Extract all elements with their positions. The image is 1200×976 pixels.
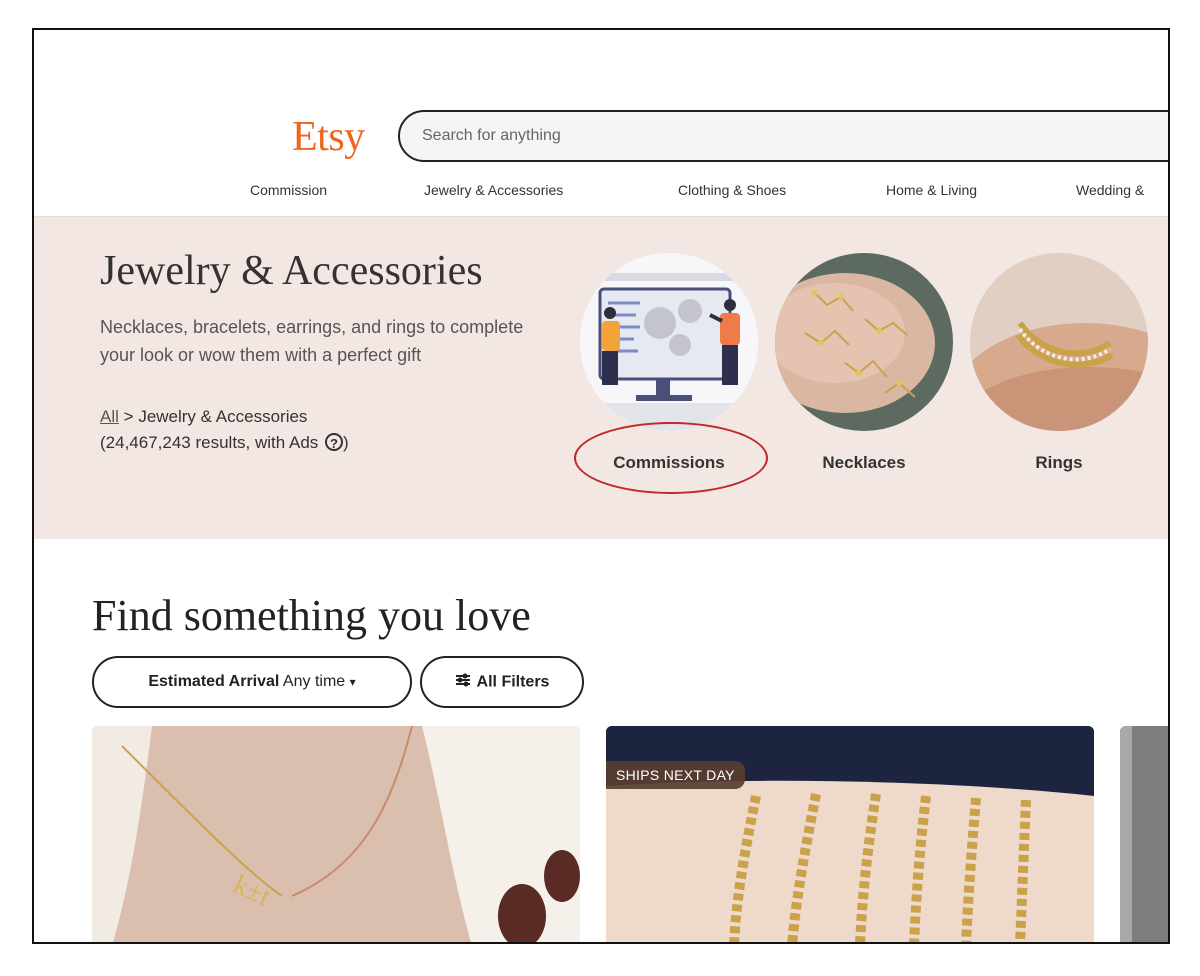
results-close-paren: ) (343, 433, 349, 452)
listing-card[interactable]: k±t (92, 726, 580, 942)
breadcrumb-separator: > (123, 407, 134, 426)
all-filters-label: All Filters (476, 673, 550, 690)
results-text: (24,467,243 results, with Ads (100, 433, 319, 452)
etsy-logo[interactable]: Etsy (292, 113, 365, 161)
category-nav: Commission Jewelry & Accessories Clothin… (34, 176, 1168, 216)
annotation-highlight-circle (574, 422, 768, 494)
listing-card[interactable]: SHIPS NEXT DAY (606, 726, 1094, 942)
category-label-necklaces: Necklaces (822, 453, 906, 472)
nav-item-commission[interactable]: Commission (250, 182, 327, 198)
chevron-down-icon: ▾ (349, 675, 356, 689)
nav-item-home-living[interactable]: Home & Living (886, 182, 977, 198)
nav-item-clothing[interactable]: Clothing & Shoes (678, 182, 786, 198)
page-title: Jewelry & Accessories (100, 248, 483, 294)
section-title: Find something you love (92, 591, 531, 640)
estimated-arrival-filter[interactable]: Estimated Arrival Any time ▾ (92, 656, 412, 708)
breadcrumb: All > Jewelry & Accessories (100, 407, 307, 427)
gray-photo-icon (1120, 726, 1168, 942)
category-hero: Jewelry & Accessories Necklaces, bracele… (34, 217, 1168, 539)
help-icon[interactable]: ? (325, 432, 344, 451)
nav-item-wedding[interactable]: Wedding & (1076, 182, 1144, 198)
results-count: (24,467,243 results, with Ads ?) (100, 432, 349, 453)
category-necklaces[interactable]: Necklaces (774, 253, 954, 473)
ships-next-day-badge: SHIPS NEXT DAY (606, 761, 745, 789)
breadcrumb-all-link[interactable]: All (100, 407, 119, 426)
browser-frame: Etsy Commission Jewelry & Accessories Cl… (32, 28, 1170, 944)
necklace-photo-icon: k±t (92, 726, 580, 942)
bracelets-photo-icon (606, 726, 1094, 942)
filter-sliders-icon (455, 672, 471, 693)
search-input[interactable] (422, 124, 1022, 148)
all-filters-button[interactable]: All Filters (420, 656, 584, 708)
category-label-rings: Rings (1035, 453, 1083, 472)
rings-photo-icon (970, 253, 1148, 431)
breadcrumb-current: Jewelry & Accessories (138, 407, 308, 426)
nav-item-jewelry[interactable]: Jewelry & Accessories (424, 182, 563, 198)
category-rings[interactable]: Rings (969, 253, 1149, 473)
arrival-filter-label: Estimated Arrival (148, 673, 280, 690)
search-bar[interactable] (398, 110, 1168, 162)
listing-card[interactable] (1120, 726, 1168, 942)
page-description: Necklaces, bracelets, earrings, and ring… (100, 317, 524, 365)
arrival-filter-value: Any time (282, 673, 346, 690)
necklaces-photo-icon (775, 253, 953, 431)
commission-illustration-icon (580, 253, 758, 431)
